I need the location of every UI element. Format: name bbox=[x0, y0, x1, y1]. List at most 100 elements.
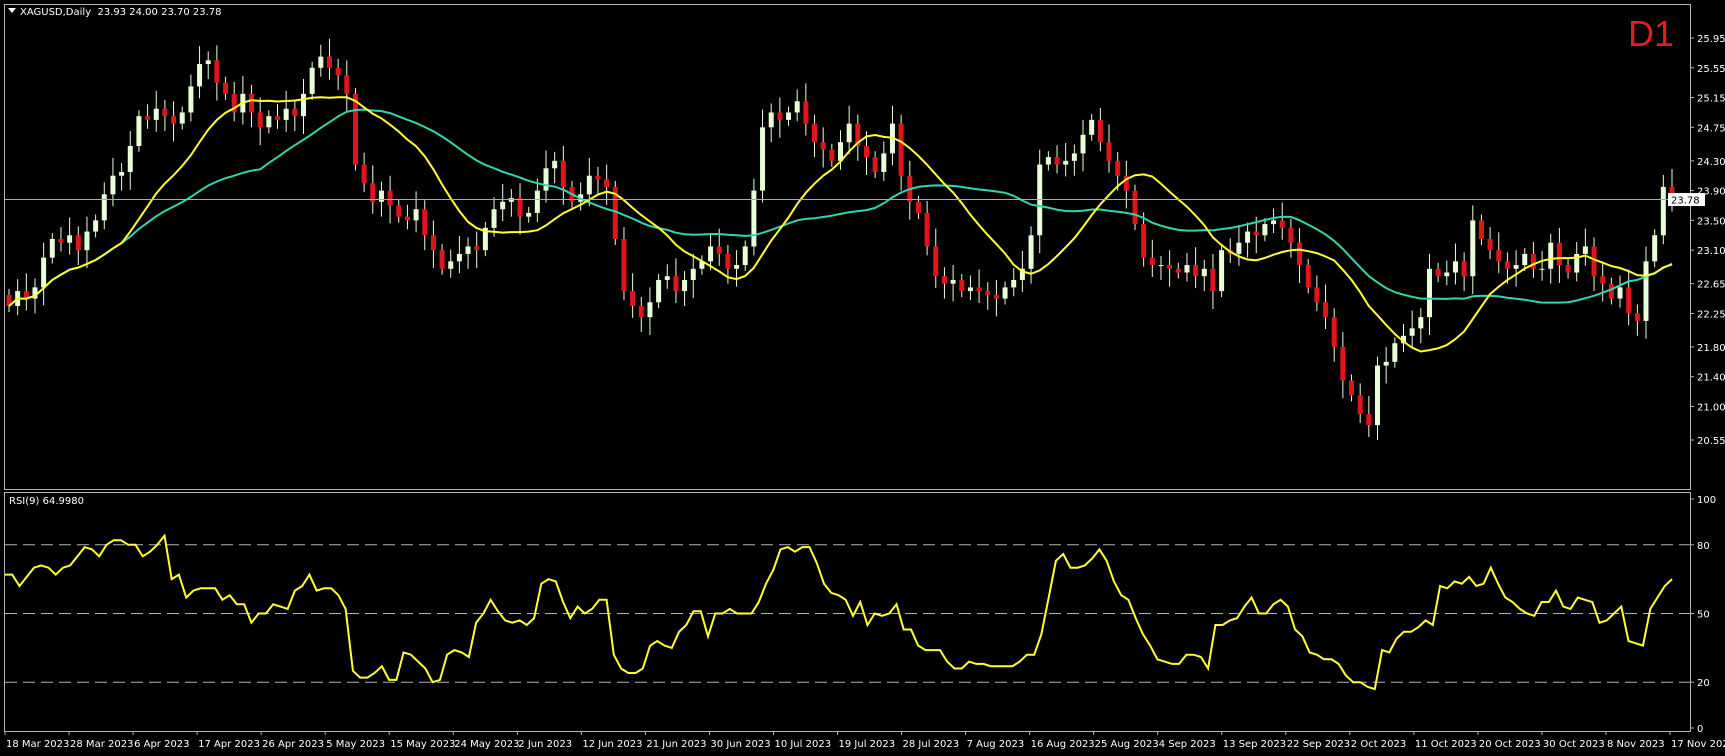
chart-canvas: 23.78 25.95 25.55 25.15 24.75 24.30 23.90 23.5… bbox=[4, 4, 1725, 750]
candle-body bbox=[119, 172, 125, 176]
candle-body bbox=[1184, 265, 1190, 273]
date-tick-label: 16 Aug 2023 bbox=[1031, 739, 1095, 750]
candle-body bbox=[361, 164, 367, 184]
candle-body bbox=[1340, 346, 1346, 381]
candle-body bbox=[205, 60, 211, 65]
candle-body bbox=[292, 108, 298, 117]
date-tick-label: 21 Jun 2023 bbox=[646, 739, 706, 750]
date-tick-label: 17 Nov 2023 bbox=[1671, 739, 1725, 750]
candle-body bbox=[1115, 160, 1121, 176]
price-tick-label: 20.55 bbox=[1697, 436, 1725, 447]
date-tick-label: 19 Jul 2023 bbox=[839, 739, 896, 750]
date-tick-label: 22 Sep 2023 bbox=[1287, 739, 1350, 750]
candle-body bbox=[1556, 242, 1562, 266]
candle-body bbox=[534, 190, 540, 213]
date-tick-label: 4 Sep 2023 bbox=[1159, 739, 1216, 750]
candle-body bbox=[136, 116, 142, 146]
candle-body bbox=[595, 175, 601, 180]
candle-body bbox=[214, 60, 220, 83]
candle-body bbox=[101, 194, 107, 221]
candle-body bbox=[1591, 246, 1597, 277]
candle-body bbox=[725, 253, 731, 269]
candle-body bbox=[673, 276, 679, 292]
candle-body bbox=[491, 209, 497, 228]
candle-body bbox=[84, 231, 90, 251]
candle-body bbox=[188, 86, 194, 113]
price-tick-label: 21.80 bbox=[1697, 343, 1725, 354]
candle-body bbox=[786, 112, 792, 120]
candle-body bbox=[1080, 134, 1086, 154]
candle-body bbox=[1288, 227, 1294, 243]
candle-body bbox=[647, 302, 653, 318]
candle-body bbox=[1305, 265, 1311, 288]
candle-body bbox=[604, 179, 610, 187]
candle-body bbox=[1600, 276, 1606, 284]
candle-body bbox=[1167, 265, 1173, 269]
candle-body bbox=[1487, 239, 1493, 251]
candle-body bbox=[1418, 317, 1424, 329]
candle-body bbox=[1626, 287, 1632, 314]
candle-body bbox=[1504, 261, 1510, 269]
candle-body bbox=[751, 190, 757, 247]
candle-body bbox=[370, 183, 376, 202]
price-tick-label: 21.00 bbox=[1697, 403, 1725, 414]
candle-body bbox=[1530, 253, 1536, 269]
candle-body bbox=[1383, 361, 1389, 366]
candle-body bbox=[49, 239, 55, 258]
candle-body bbox=[41, 257, 47, 288]
candle-body bbox=[708, 246, 714, 262]
price-tick-label: 25.55 bbox=[1697, 64, 1725, 75]
candle-body bbox=[760, 127, 766, 191]
candle-body bbox=[430, 235, 436, 251]
candle-body bbox=[1444, 272, 1450, 277]
candle-body bbox=[1314, 287, 1320, 303]
symbol-dropdown-icon[interactable] bbox=[8, 8, 16, 13]
candle-body bbox=[1089, 119, 1095, 135]
candle-body bbox=[1245, 231, 1251, 243]
candle-body bbox=[127, 145, 133, 172]
date-axis: 18 Mar 2023 28 Mar 2023 6 Apr 2023 17 Apr 2… bbox=[4, 731, 1725, 750]
candle-body bbox=[1132, 190, 1138, 225]
date-tick-label: 2 Jun 2023 bbox=[518, 739, 572, 750]
candle-body bbox=[1175, 268, 1181, 273]
candle-body bbox=[456, 253, 462, 262]
price-tick-label: 25.95 bbox=[1697, 34, 1725, 45]
candle-body bbox=[1141, 224, 1147, 258]
price-panel-frame bbox=[4, 4, 1691, 490]
candle-body bbox=[872, 157, 878, 172]
candle-body bbox=[1478, 220, 1484, 239]
candle-body bbox=[58, 239, 64, 243]
candle-body bbox=[1582, 246, 1588, 254]
candle-body bbox=[777, 112, 783, 120]
candle-body bbox=[300, 93, 306, 117]
rsi-line bbox=[5, 533, 1673, 691]
candle-body bbox=[630, 291, 636, 306]
candle-body bbox=[682, 279, 688, 292]
candle-body bbox=[829, 149, 835, 161]
candle-body bbox=[1366, 413, 1372, 426]
rsi-header: RSI(9) 64.9980 bbox=[9, 496, 84, 507]
price-tick-label: 21.40 bbox=[1697, 373, 1725, 384]
candle-body bbox=[404, 216, 410, 221]
candle-body bbox=[1271, 220, 1277, 225]
candle-body bbox=[1634, 313, 1640, 321]
rsi-tick-label: 50 bbox=[1697, 610, 1710, 621]
candle-body bbox=[941, 276, 947, 284]
candle-body bbox=[1002, 287, 1008, 299]
candle-body bbox=[1279, 220, 1285, 228]
candle-body bbox=[153, 108, 159, 120]
price-tick-label: 22.65 bbox=[1697, 280, 1725, 291]
candle-body bbox=[1158, 265, 1164, 267]
candle-body bbox=[1357, 395, 1363, 414]
date-tick-label: 13 Sep 2023 bbox=[1223, 739, 1286, 750]
candle-body bbox=[422, 209, 428, 236]
candle-body bbox=[915, 201, 921, 213]
date-tick-label: 8 Nov 2023 bbox=[1607, 739, 1665, 750]
candle-body bbox=[985, 291, 991, 295]
candle-body bbox=[1392, 343, 1398, 362]
candle-body bbox=[249, 93, 255, 113]
rsi-panel-frame bbox=[4, 492, 1691, 732]
candle-body bbox=[933, 246, 939, 277]
candle-body bbox=[1011, 279, 1017, 288]
date-tick-label: 17 Apr 2023 bbox=[198, 739, 260, 750]
